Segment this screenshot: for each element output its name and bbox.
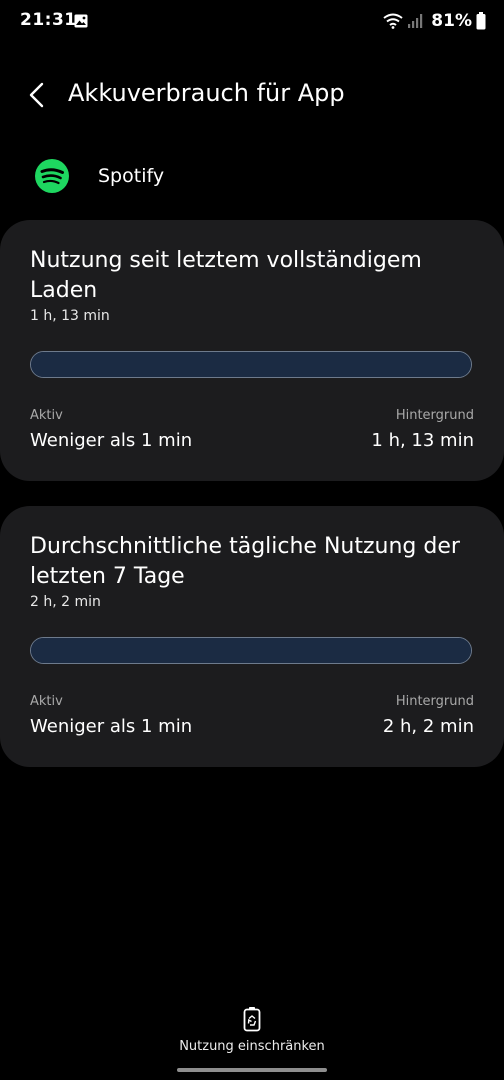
active-usage: Aktiv Weniger als 1 min — [30, 694, 192, 740]
usage-since-charge-card: Nutzung seit letztem vollständigem Laden… — [0, 220, 504, 481]
battery-percent: 81% — [431, 11, 472, 31]
background-usage: Hintergrund 1 h, 13 min — [371, 408, 474, 454]
active-label: Aktiv — [30, 408, 63, 423]
active-usage: Aktiv Weniger als 1 min — [30, 408, 192, 454]
usage-bar-fill — [31, 638, 471, 663]
active-value: Weniger als 1 min — [30, 430, 193, 451]
card-total-usage: 2 h, 2 min — [30, 594, 101, 610]
chevron-left-icon[interactable] — [26, 82, 50, 108]
app-row: Spotify — [0, 154, 504, 198]
usage-bar-fill — [31, 352, 471, 377]
average-daily-usage-card: Durchschnittliche tägliche Nutzung der l… — [0, 506, 504, 767]
card-title: Nutzung seit letztem vollständigem Laden — [30, 248, 422, 303]
home-indicator[interactable] — [177, 1068, 327, 1072]
spotify-logo-icon — [35, 159, 69, 193]
background-label: Hintergrund — [395, 694, 474, 709]
app-name: Spotify — [98, 165, 165, 187]
status-time: 21:31 — [20, 10, 77, 30]
wifi-icon — [383, 13, 403, 29]
card-total-usage: 1 h, 13 min — [30, 308, 110, 324]
background-usage: Hintergrund 2 h, 2 min — [383, 694, 474, 740]
page-title: Akkuverbrauch für App — [68, 79, 345, 107]
active-label: Aktiv — [30, 694, 63, 709]
gallery-icon — [74, 14, 88, 28]
header: Akkuverbrauch für App — [0, 70, 504, 120]
restrict-usage-label: Nutzung einschränken — [179, 1039, 325, 1054]
usage-bar — [30, 637, 472, 664]
battery-icon — [476, 12, 486, 30]
status-right: 81% — [383, 10, 486, 32]
restrict-usage-button[interactable]: Nutzung einschränken — [152, 998, 352, 1058]
battery-restrict-icon — [243, 1007, 261, 1032]
usage-bar — [30, 351, 472, 378]
background-label: Hintergrund — [395, 408, 474, 423]
card-title: Durchschnittliche tägliche Nutzung der l… — [30, 534, 460, 589]
background-value: 2 h, 2 min — [382, 716, 474, 737]
status-bar: 21:31 81% — [0, 0, 504, 42]
signal-icon — [408, 14, 423, 28]
active-value: Weniger als 1 min — [30, 716, 193, 737]
background-value: 1 h, 13 min — [371, 430, 474, 451]
